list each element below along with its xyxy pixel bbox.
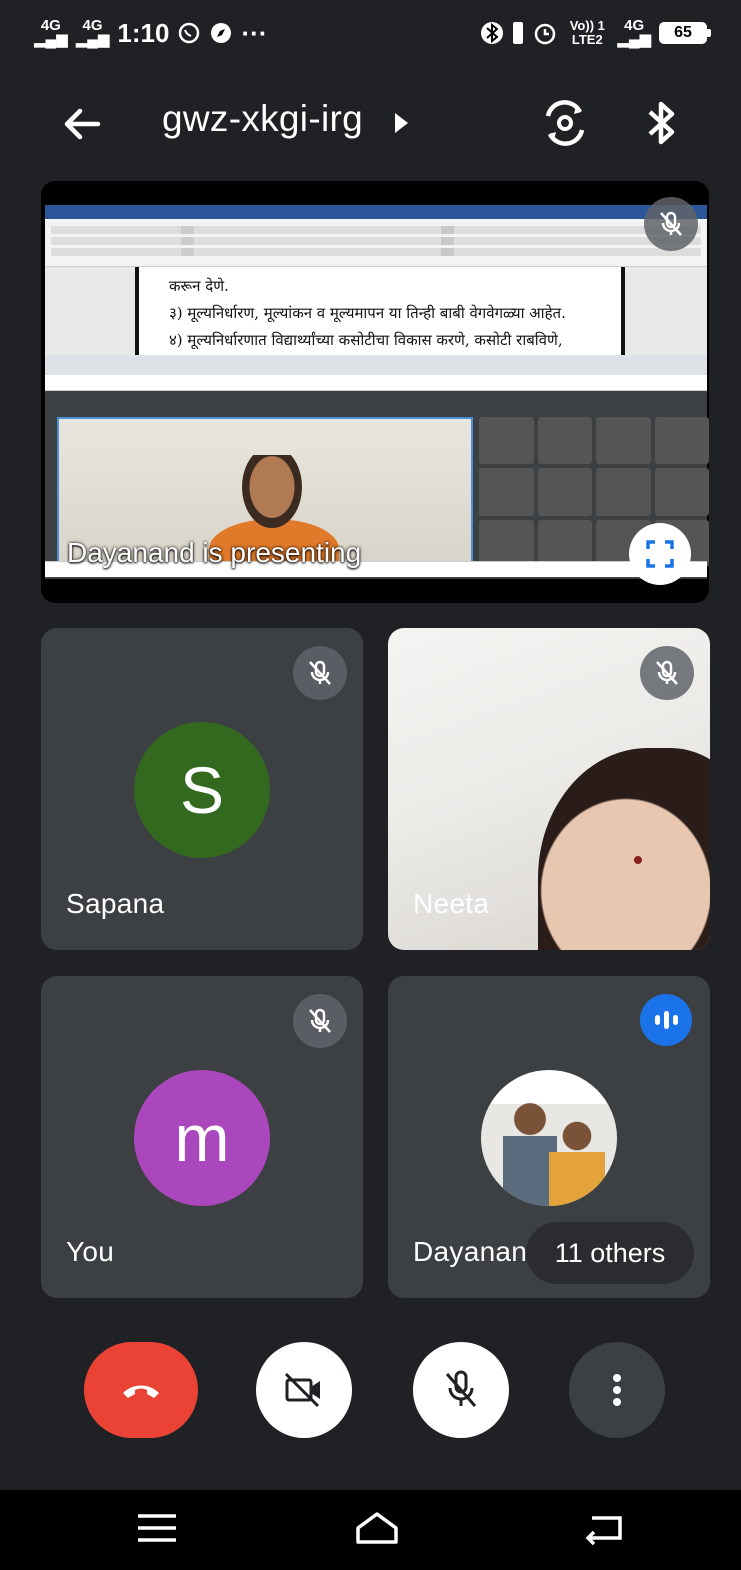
battery-indicator: 65 (659, 22, 711, 44)
mic-off-icon (656, 660, 678, 685)
network-label: Vo)) 1 LTE2 (569, 18, 605, 47)
participant-name: Sapana (66, 888, 165, 919)
mic-toggle-button[interactable] (413, 1342, 509, 1438)
shared-screen: करून देणे. ३) मूल्यनिर्धारण, मूल्यांकन व… (45, 205, 709, 579)
others-chip[interactable]: 11 others (526, 1222, 694, 1284)
participant-tile-neeta[interactable]: Neeta (388, 628, 710, 950)
whatsapp-icon (179, 22, 200, 44)
doc-line: ३) मूल्यनिर्धारण, मूल्यांकन व मूल्यमापन … (169, 304, 566, 322)
participant-name: Neeta (413, 888, 490, 919)
caret-right-icon[interactable] (390, 110, 412, 136)
presentation-tile[interactable]: करून देणे. ३) मूल्यनिर्धारण, मूल्यांकन व… (41, 181, 709, 603)
more-vert-icon (613, 1374, 621, 1406)
signal-1-icon: 4G ▂▄▆ (34, 17, 68, 48)
overflow-dots: ··· (241, 17, 268, 48)
doc-line: ४) मूल्यनिर्धारणात विद्यार्थ्यांच्या कसो… (169, 331, 563, 349)
mic-off-badge (640, 646, 694, 700)
participant-video (538, 748, 710, 950)
participant-tile-sapana[interactable]: S Sapana (41, 628, 363, 950)
end-call-button[interactable] (84, 1342, 198, 1438)
home-icon[interactable] (352, 1508, 402, 1548)
top-app-bar: gwz-xkgi-irg (0, 80, 741, 170)
system-nav-bar (0, 1490, 741, 1570)
shared-document: करून देणे. ३) मूल्यनिर्धारण, मूल्यांकन व… (135, 267, 625, 355)
end-call-icon (123, 1385, 159, 1398)
mic-off-icon (660, 211, 682, 236)
bluetooth-icon (481, 22, 504, 44)
camera-toggle-button[interactable] (256, 1342, 352, 1438)
status-bar: 4G ▂▄▆ 4G ▂▄▆ 1:10 ··· Vo)) 1 LTE2 4G ▂▄▆ 6… (0, 0, 741, 66)
fullscreen-icon (646, 540, 674, 568)
participant-name: Dayanand (413, 1236, 544, 1267)
meeting-code[interactable]: gwz-xkgi-irg (162, 98, 363, 140)
network-type: 4G ▂▄▆ (617, 17, 651, 48)
clock: 1:10 (117, 17, 170, 48)
compass-icon (211, 23, 232, 43)
fullscreen-button[interactable] (629, 523, 691, 585)
participant-tile-you[interactable]: m You (41, 976, 363, 1298)
vibrate-icon (513, 22, 524, 44)
mic-off-icon (309, 660, 331, 685)
speaking-indicator-icon (640, 994, 692, 1046)
bluetooth-icon[interactable] (640, 98, 684, 148)
alarm-icon (535, 23, 556, 45)
back-icon[interactable] (580, 1508, 630, 1548)
mic-off-badge (293, 994, 347, 1048)
mic-off-badge (293, 646, 347, 700)
signal-2-icon: 4G ▂▄▆ (75, 17, 110, 48)
word-ribbon (45, 205, 707, 267)
mic-off-icon (445, 1370, 477, 1407)
back-arrow-icon[interactable] (58, 100, 106, 148)
participant-name: You (66, 1236, 115, 1267)
more-options-button[interactable] (569, 1342, 665, 1438)
presenting-label: Dayanand is presenting (67, 537, 362, 568)
avatar: m (134, 1070, 270, 1206)
mic-off-badge (644, 197, 698, 251)
profile-photo (481, 1070, 617, 1206)
avatar: S (134, 722, 270, 858)
menu-icon[interactable] (132, 1508, 182, 1548)
camera-off-icon (284, 1372, 320, 1408)
doc-line: करून देणे. (169, 277, 229, 295)
switch-camera-icon[interactable] (540, 98, 590, 148)
mic-off-icon (309, 1008, 331, 1033)
